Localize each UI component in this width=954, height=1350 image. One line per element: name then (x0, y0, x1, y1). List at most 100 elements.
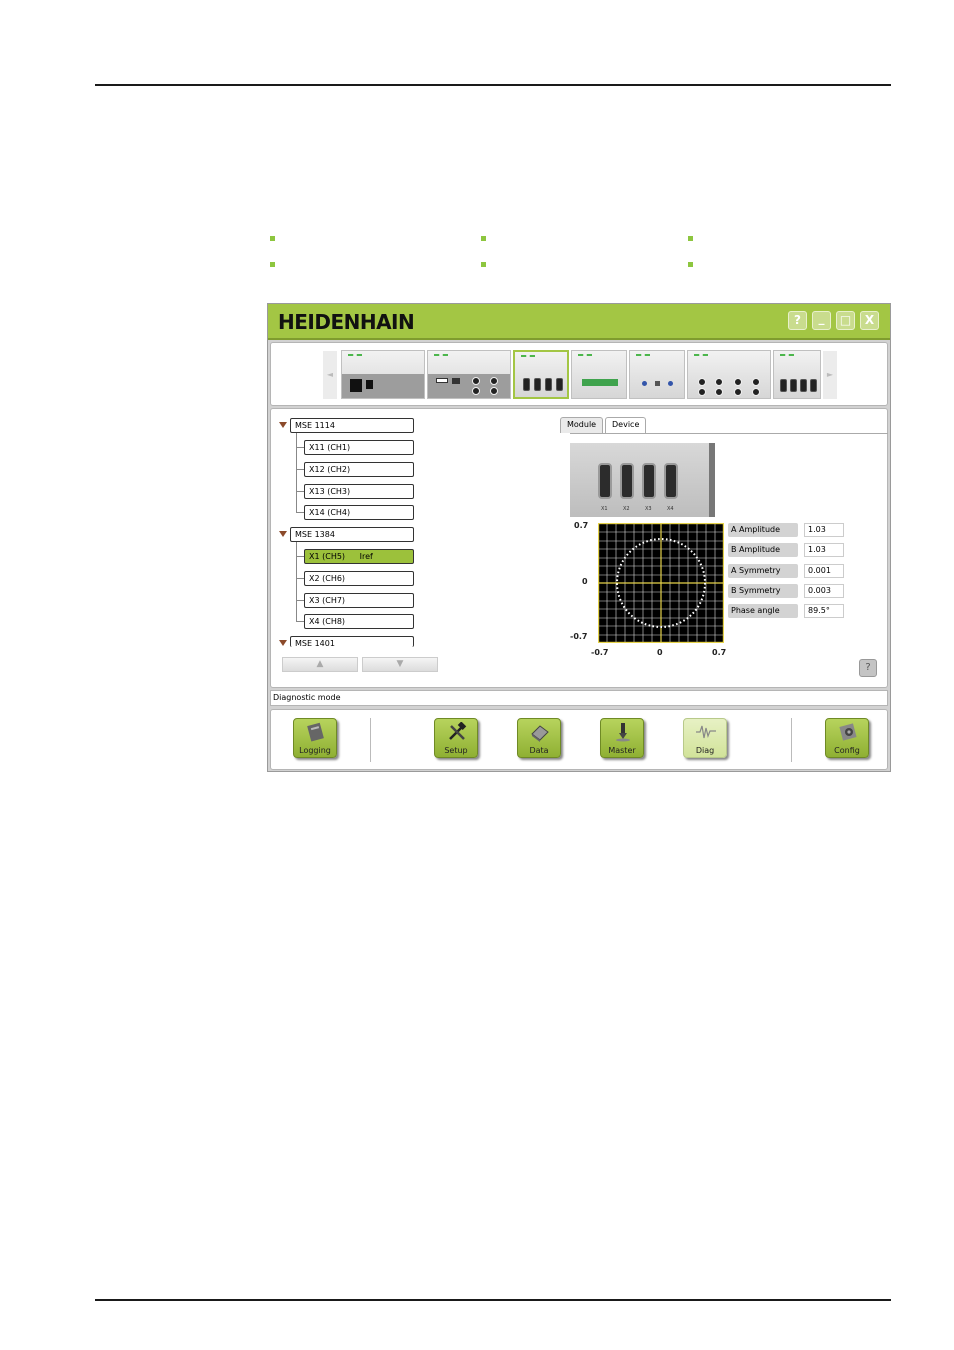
round-connector-icon (752, 378, 760, 386)
master-button[interactable]: Master (600, 718, 644, 758)
tree-item-x12[interactable]: X12 (CH2) (304, 462, 414, 477)
list-bullet (688, 236, 693, 241)
led-indicator (694, 354, 708, 356)
tree-item-x1-selected[interactable]: X1 (CH5) Iref (304, 549, 414, 564)
dsub-port-icon (780, 379, 787, 392)
title-bar: HEIDENHAIN ? _ □ X (268, 304, 890, 340)
port-label: X4 (667, 506, 674, 512)
dsub-port-icon (800, 379, 807, 392)
dsub-port-icon (810, 379, 817, 392)
main-panel: MSE 1114 X11 (CH1) X12 (CH2) X13 (CH3) X… (270, 408, 888, 688)
module-prev-arrow[interactable]: ◄ (323, 351, 337, 399)
tree-connector (296, 556, 304, 557)
minimize-button[interactable]: _ (812, 311, 831, 330)
setup-button[interactable]: Setup (434, 718, 478, 758)
module-analog[interactable] (687, 350, 771, 399)
list-bullet (270, 236, 275, 241)
tree-scroll-up-button[interactable]: ▲ (282, 657, 358, 672)
plot-x-left-label: -0.7 (591, 648, 609, 657)
help-button[interactable]: ? (788, 311, 807, 330)
tree-item-x4[interactable]: X4 (CH8) (304, 614, 414, 629)
main-toolbar: Logging Setup Data Master Diag Config (270, 709, 888, 770)
lissajous-plot (598, 523, 724, 643)
config-button[interactable]: Config (825, 718, 869, 758)
dsub-connector-icon (620, 463, 634, 499)
tree-connector (296, 600, 304, 601)
tab-module[interactable]: Module (560, 417, 604, 433)
param-a-amplitude-value: 1.03 (804, 523, 844, 537)
tree-scroll-down-button[interactable]: ▼ (362, 657, 438, 672)
maximize-button[interactable]: □ (836, 311, 855, 330)
round-connector-icon (490, 387, 498, 395)
module-io[interactable] (571, 350, 627, 399)
list-bullet (688, 262, 693, 267)
tab-device[interactable]: Device (605, 417, 647, 434)
module-power[interactable] (341, 350, 425, 399)
tree-item-x2[interactable]: X2 (CH6) (304, 571, 414, 586)
led-indicator (434, 354, 448, 356)
tree-group-mse1114[interactable]: MSE 1114 (290, 418, 414, 433)
dsub-port-icon (556, 378, 563, 391)
led-indicator (521, 355, 535, 357)
plot-y-top-label: 0.7 (574, 521, 589, 530)
blue-connector-icon (668, 381, 673, 386)
expand-triangle-icon[interactable] (279, 640, 287, 646)
plot-y-mid-label: 0 (582, 577, 588, 586)
module-pneumatic[interactable] (629, 350, 685, 399)
expand-triangle-icon[interactable] (279, 422, 287, 428)
list-bullet (481, 262, 486, 267)
close-button[interactable]: X (860, 311, 879, 330)
tree-connector (296, 512, 304, 513)
dsub-port-icon (790, 379, 797, 392)
dsub-port-icon (534, 378, 541, 391)
tree-item-x13[interactable]: X13 (CH3) (304, 484, 414, 499)
tree-connector (296, 621, 304, 622)
param-phase-angle-value: 89.5° (804, 604, 844, 618)
round-connector-icon (698, 378, 706, 386)
tree-item-x11[interactable]: X11 (CH1) (304, 440, 414, 455)
param-a-symmetry-value: 0.001 (804, 564, 844, 578)
round-connector-icon (752, 388, 760, 396)
expand-triangle-icon[interactable] (279, 531, 287, 537)
led-indicator (578, 354, 592, 356)
tree-group-mse1401[interactable]: MSE 1401 (290, 636, 414, 647)
param-b-amplitude-label: B Amplitude (728, 543, 798, 557)
round-connector-icon (698, 388, 706, 396)
module-side-edge (709, 443, 715, 517)
logging-button[interactable]: Logging (293, 718, 337, 758)
module-comm[interactable] (427, 350, 511, 399)
module-bar: ◄ ► (270, 342, 888, 406)
panel-help-button[interactable]: ? (859, 659, 877, 677)
probe-icon (616, 723, 630, 742)
round-connector-icon (734, 388, 742, 396)
waveform-icon (696, 725, 716, 739)
diag-label: Diag (695, 746, 715, 755)
param-b-amplitude-value: 1.03 (804, 543, 844, 557)
tree-connector (296, 447, 304, 448)
plot-x-right-label: 0.7 (712, 648, 727, 657)
list-bullet (270, 262, 275, 267)
module-encoder-2[interactable] (773, 350, 821, 399)
toolbar-separator (791, 718, 792, 762)
port-label: X1 (601, 506, 608, 512)
switch-icon (366, 380, 373, 389)
data-button[interactable]: Data (517, 718, 561, 758)
led-indicator (348, 354, 362, 356)
round-connector-icon (472, 387, 480, 395)
logging-icon (307, 722, 324, 742)
power-socket-icon (350, 379, 362, 392)
config-label: Config (834, 746, 860, 755)
round-connector-icon (490, 377, 498, 385)
plot-y-bottom-label: -0.7 (570, 632, 588, 641)
diag-button[interactable]: Diag (683, 718, 727, 758)
data-label: Data (529, 746, 549, 755)
port-label: X2 (623, 506, 630, 512)
tree-group-mse1384[interactable]: MSE 1384 (290, 527, 414, 542)
tree-item-x3[interactable]: X3 (CH7) (304, 593, 414, 608)
tree-item-x14[interactable]: X14 (CH4) (304, 505, 414, 520)
plot-x-mid-label: 0 (657, 648, 663, 657)
device-module-image: X1 X2 X3 X4 (570, 443, 715, 517)
module-encoder-selected[interactable] (513, 350, 569, 399)
tree-connector (296, 578, 304, 579)
module-next-arrow[interactable]: ► (823, 351, 837, 399)
